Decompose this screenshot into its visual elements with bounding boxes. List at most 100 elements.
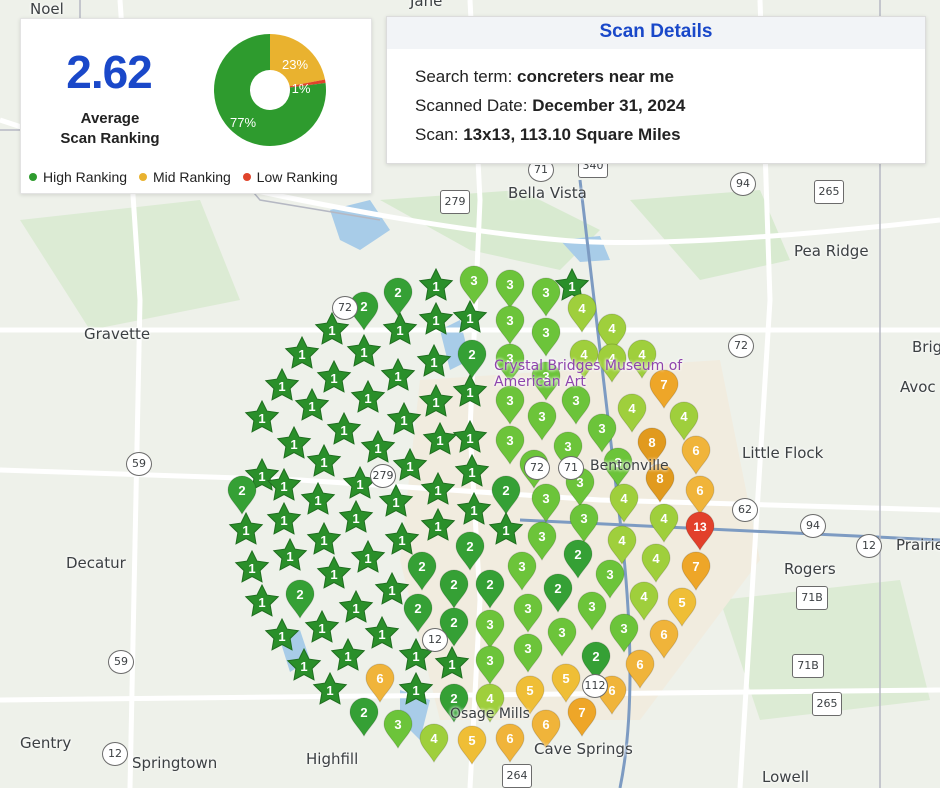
rank-number-label: 3 xyxy=(542,285,549,300)
rank-number-label: 1 xyxy=(430,355,437,370)
route-shield: 12 xyxy=(856,534,882,558)
rank-number-label: 1 xyxy=(286,549,293,564)
ranking-legend: High Ranking Mid Ranking Low Ranking xyxy=(29,169,346,185)
rank-number-label: 3 xyxy=(588,599,595,614)
route-shield: 112 xyxy=(582,674,608,698)
rank-number-label: 3 xyxy=(470,273,477,288)
average-ranking-value: 2.62 xyxy=(66,46,153,98)
rank-number-label: 4 xyxy=(640,589,648,604)
route-shield: 279 xyxy=(440,190,470,214)
rank-number-label: 1 xyxy=(388,583,395,598)
rank-number-label: 3 xyxy=(524,641,531,656)
place-label: Jane xyxy=(410,0,443,10)
rank-number-label: 6 xyxy=(608,683,615,698)
rank-number-label: 1 xyxy=(314,493,321,508)
rank-number-label: 2 xyxy=(468,347,475,362)
place-label: Decatur xyxy=(66,554,126,572)
place-label: Prairie xyxy=(896,536,940,554)
donut-label-mid: 23% xyxy=(282,57,308,72)
rank-number-label: 1 xyxy=(258,595,265,610)
place-label: Highfill xyxy=(306,750,359,768)
rank-number-label: 1 xyxy=(330,371,337,386)
rank-number-label: 1 xyxy=(374,441,381,456)
rank-number-label: 5 xyxy=(526,683,533,698)
place-label: Cave Springs xyxy=(534,740,633,758)
rank-number-label: 1 xyxy=(308,399,315,414)
rank-number-label: 1 xyxy=(466,311,473,326)
legend-low: Low Ranking xyxy=(242,169,338,185)
rank-number-label: 1 xyxy=(248,561,255,576)
rank-number-label: 3 xyxy=(542,325,549,340)
rank-number-label: 4 xyxy=(628,401,636,416)
route-shield: 72 xyxy=(524,456,550,480)
rank-number-label: 3 xyxy=(506,313,513,328)
scanned-date-row: Scanned Date: December 31, 2024 xyxy=(415,96,686,115)
rank-number-label: 3 xyxy=(606,567,613,582)
legend-mid: Mid Ranking xyxy=(138,169,231,185)
rank-number-label: 2 xyxy=(466,539,473,554)
rank-number-label: 2 xyxy=(554,581,561,596)
place-label: Noel xyxy=(30,0,64,18)
place-label: Osage Mills xyxy=(450,706,530,722)
rank-number-label: 1 xyxy=(320,533,327,548)
route-shield: 94 xyxy=(800,514,826,538)
rank-number-label: 7 xyxy=(692,559,699,574)
rank-number-label: 3 xyxy=(506,393,513,408)
place-label: Lowell xyxy=(762,768,810,786)
scan-details-title: Scan Details xyxy=(387,17,925,49)
scan-details-card: Scan Details Search term: concreters nea… xyxy=(386,16,926,164)
rank-number-label: 1 xyxy=(434,483,441,498)
rank-number-label: 1 xyxy=(280,513,287,528)
poi-label: Crystal Bridges Museum of American Art xyxy=(494,358,683,390)
rank-number-label: 2 xyxy=(394,285,401,300)
rank-number-label: 3 xyxy=(558,625,565,640)
rank-number-label: 2 xyxy=(414,601,421,616)
rank-number-label: 5 xyxy=(468,733,475,748)
rank-number-label: 1 xyxy=(432,279,439,294)
rank-number-label: 1 xyxy=(466,431,473,446)
route-shield: 71B xyxy=(792,654,824,678)
rank-number-label: 1 xyxy=(468,465,475,480)
rank-number-label: 4 xyxy=(618,533,626,548)
rank-number-label: 13 xyxy=(693,520,707,534)
place-label: Brig xyxy=(912,338,940,356)
route-shield: 265 xyxy=(814,180,844,204)
place-label: Gentry xyxy=(20,734,72,752)
route-shield: 12 xyxy=(422,628,448,652)
rank-number-label: 1 xyxy=(300,659,307,674)
route-shield: 279 xyxy=(370,464,396,488)
route-shield: 265 xyxy=(812,692,842,716)
rank-number-label: 1 xyxy=(470,503,477,518)
rank-number-label: 8 xyxy=(648,435,655,450)
rank-number-label: 6 xyxy=(636,657,643,672)
rank-number-label: 1 xyxy=(344,649,351,664)
rank-number-label: 3 xyxy=(506,277,513,292)
average-ranking-label: Average Scan Ranking xyxy=(60,110,160,147)
place-label: Bella Vista xyxy=(508,184,587,202)
rank-number-label: 1 xyxy=(378,627,385,642)
rank-number-label: 2 xyxy=(450,691,457,706)
rank-number-label: 6 xyxy=(660,627,667,642)
rank-number-label: 1 xyxy=(242,523,249,538)
rank-number-label: 2 xyxy=(574,547,581,562)
rank-number-label: 3 xyxy=(598,421,605,436)
rank-number-label: 1 xyxy=(412,683,419,698)
rank-number-label: 2 xyxy=(418,559,425,574)
rank-number-label: 2 xyxy=(360,299,367,314)
rank-number-label: 4 xyxy=(620,491,628,506)
place-label: Little Flock xyxy=(742,444,824,462)
rank-number-label: 1 xyxy=(398,533,405,548)
route-shield: 59 xyxy=(126,452,152,476)
rank-number-label: 1 xyxy=(340,423,347,438)
rank-number-label: 5 xyxy=(562,671,569,686)
rank-number-label: 1 xyxy=(360,345,367,360)
route-shield: 62 xyxy=(732,498,758,522)
rank-number-label: 1 xyxy=(392,495,399,510)
rank-number-label: 2 xyxy=(296,587,303,602)
rank-number-label: 2 xyxy=(592,649,599,664)
rank-number-label: 1 xyxy=(466,385,473,400)
rank-number-label: 1 xyxy=(352,601,359,616)
rank-number-label: 1 xyxy=(278,379,285,394)
ranking-donut-chart: 23% 1% 77% xyxy=(214,34,326,146)
rank-number-label: 1 xyxy=(448,657,455,672)
